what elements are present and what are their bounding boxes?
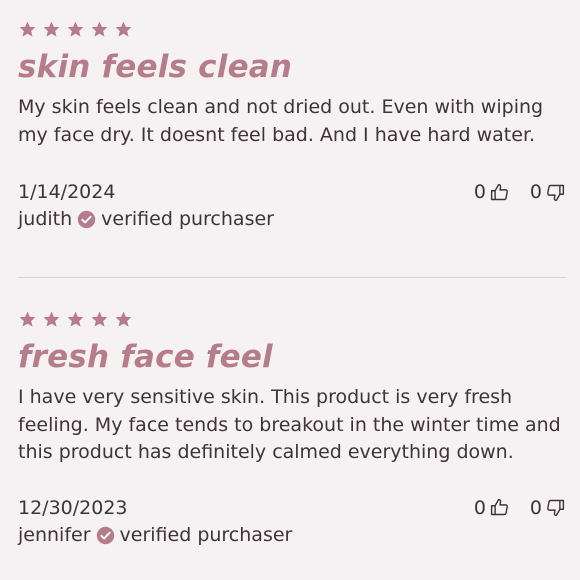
unhelpful-vote[interactable]: 0 [530,181,566,203]
star-icon [90,20,109,39]
reviewer: jennifer verified purchaser [18,522,566,549]
thumbs-down-icon[interactable] [545,497,566,518]
star-icon [66,310,85,329]
review-card: skin feels clean My skin feels clean and… [18,18,566,233]
author-name: judith [18,208,73,230]
verified-badge-label: verified purchaser [119,523,293,546]
star-rating [18,308,566,330]
star-icon [66,20,85,39]
vote-controls: 0 0 [474,181,566,203]
review-divider [18,277,566,278]
vote-controls: 0 0 [474,497,566,519]
review-meta: 12/30/2023 jennifer verified purchaser 0… [18,495,566,549]
thumbs-up-icon[interactable] [489,182,510,203]
star-icon [18,310,37,329]
star-icon [114,310,133,329]
thumbs-up-icon[interactable] [489,497,510,518]
author-name: jennifer [18,523,91,546]
review-meta: 1/14/2024 judith verified purchaser 0 0 [18,179,566,233]
unhelpful-count: 0 [529,181,542,203]
star-icon [42,310,61,329]
review-title: skin feels clean [18,49,293,85]
star-icon [114,20,133,39]
review-card: fresh face feel I have very sensitive sk… [18,308,566,549]
thumbs-down-icon[interactable] [545,182,566,203]
check-circle-icon [77,210,96,229]
helpful-count: 0 [473,181,486,203]
review-body: My skin feels clean and not dried out. E… [18,96,544,146]
unhelpful-vote[interactable]: 0 [530,497,566,519]
review-title: fresh face feel [18,339,273,375]
verified-badge-label: verified purchaser [101,208,274,230]
check-circle-icon [96,526,115,545]
star-icon [18,20,37,39]
helpful-vote[interactable]: 0 [474,497,510,519]
review-body: I have very sensitive skin. This product… [18,386,561,463]
unhelpful-count: 0 [529,496,542,519]
star-rating [18,18,566,40]
helpful-count: 0 [473,496,486,519]
helpful-vote[interactable]: 0 [474,181,510,203]
reviewer: judith verified purchaser [18,206,566,233]
star-icon [42,20,61,39]
star-icon [90,310,109,329]
